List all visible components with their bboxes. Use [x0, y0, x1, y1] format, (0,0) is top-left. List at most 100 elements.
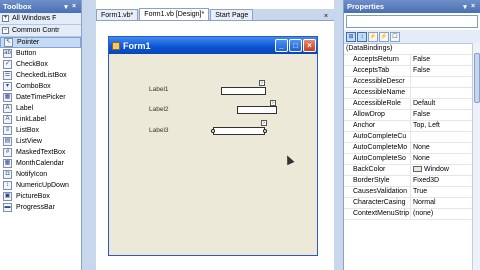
toolbox-item[interactable]: ◘ NotifyIcon	[0, 169, 81, 180]
toolbox-panel: Toolbox ▾ × + All Windows F − Common Contr …	[0, 0, 82, 270]
resize-handle-right[interactable]	[263, 129, 267, 133]
property-name: AutoCompleteSo	[344, 154, 411, 164]
minimize-button[interactable]: _	[275, 39, 288, 52]
form1-title-bar[interactable]: Form1 _ □ ×	[109, 37, 317, 54]
property-row[interactable]: AutoCompleteCu	[344, 132, 480, 143]
property-name: AccessibleName	[344, 88, 411, 98]
property-row[interactable]: AccessibleName	[344, 88, 480, 99]
textbox3-selected[interactable]	[213, 127, 265, 135]
toolbox-item[interactable]: ▤ ListView	[0, 136, 81, 147]
form1-window[interactable]: Form1 _ □ × Label1 › Label2 › Label3 ›	[108, 36, 318, 256]
tab-form1-design[interactable]: Form1.vb [Design]*	[139, 8, 210, 20]
tab-start-page[interactable]: Start Page	[210, 9, 254, 20]
property-row[interactable]: AccessibleRole Default	[344, 99, 480, 110]
toolbox-pin-icon[interactable]: ▾	[62, 3, 70, 11]
property-row[interactable]: AllowDrop False	[344, 110, 480, 121]
combobox-icon: ▾	[3, 82, 12, 91]
property-value[interactable]: False	[411, 55, 480, 65]
events-icon[interactable]: ⚡	[379, 31, 389, 42]
pointer-icon: ↖	[4, 38, 13, 47]
toolbox-item[interactable]: ↕ NumericUpDown	[0, 180, 81, 191]
property-row[interactable]: Anchor Top, Left	[344, 121, 480, 132]
categorized-icon[interactable]: ⊞	[346, 31, 356, 42]
property-value[interactable]: False	[411, 66, 480, 76]
mouse-cursor-icon	[283, 153, 295, 166]
property-value[interactable]: Default	[411, 99, 480, 109]
property-row[interactable]: (DataBindings)	[344, 44, 480, 55]
toolbox-item-label: Label	[16, 105, 34, 112]
textbox1-smart-tag[interactable]: ›	[259, 80, 265, 86]
textbox3-smart-tag[interactable]: ›	[261, 120, 267, 126]
toolbox-item[interactable]: ab Button	[0, 48, 81, 59]
toolbox-item[interactable]: ▦ MonthCalendar	[0, 158, 81, 169]
property-value[interactable]: Window	[411, 165, 480, 175]
toolbox-item-label: DateTimePicker	[16, 94, 66, 101]
property-name: BackColor	[344, 165, 411, 175]
toolbox-item-label: CheckedListBox	[16, 72, 67, 79]
scrollbar-thumb[interactable]	[474, 53, 480, 103]
maximize-button[interactable]: □	[289, 39, 302, 52]
properties-close-icon[interactable]: ×	[469, 3, 477, 10]
property-value[interactable]: Top, Left	[411, 121, 480, 131]
close-button[interactable]: ×	[303, 39, 316, 52]
linklabel-icon: A	[3, 115, 12, 124]
property-value[interactable]: (none)	[411, 209, 480, 219]
properties-pin-icon[interactable]: ▾	[461, 3, 469, 11]
property-value[interactable]: False	[411, 110, 480, 120]
toolbox-item[interactable]: ✓ CheckBox	[0, 59, 81, 70]
toolbox-group-label: All Windows F	[12, 15, 57, 22]
property-value[interactable]: True	[411, 187, 480, 197]
toolbox-item[interactable]: A Label	[0, 103, 81, 114]
picturebox-icon: ▣	[3, 192, 12, 201]
property-row[interactable]: AccessibleDescr	[344, 77, 480, 88]
toolbox-close-icon[interactable]: ×	[70, 3, 78, 10]
toolbox-item-label: ListView	[16, 138, 42, 145]
toolbox-group[interactable]: + All Windows F	[0, 13, 81, 25]
property-value[interactable]: Fixed3D	[411, 176, 480, 186]
property-row[interactable]: CharacterCasing Normal	[344, 198, 480, 209]
property-row[interactable]: BorderStyle Fixed3D	[344, 176, 480, 187]
label2[interactable]: Label2	[149, 106, 169, 113]
collapse-icon[interactable]: −	[2, 27, 9, 34]
toolbox-title-bar: Toolbox ▾ ×	[0, 0, 81, 13]
close-tab-icon[interactable]: ×	[321, 13, 331, 20]
property-pages-icon[interactable]: ☐	[390, 31, 400, 42]
property-value[interactable]: None	[411, 154, 480, 164]
property-row[interactable]: BackColor Window	[344, 165, 480, 176]
toolbox-item[interactable]: ↖ Pointer	[0, 37, 81, 48]
toolbox-item[interactable]: ▣ PictureBox	[0, 191, 81, 202]
form-designer-surface[interactable]: Form1 _ □ × Label1 › Label2 › Label3 ›	[96, 22, 334, 270]
tab-form1-code[interactable]: Form1.vb*	[96, 9, 139, 20]
properties-scrollbar[interactable]	[472, 43, 480, 270]
property-value[interactable]: Normal	[411, 198, 480, 208]
resize-handle-left[interactable]	[211, 129, 215, 133]
property-row[interactable]: AcceptsReturn False	[344, 55, 480, 66]
toolbox-item[interactable]: ≡ ListBox	[0, 125, 81, 136]
toolbox-item[interactable]: ▦ DateTimePicker	[0, 92, 81, 103]
properties-title: Properties	[347, 2, 385, 11]
label1[interactable]: Label1	[149, 86, 169, 93]
label3[interactable]: Label3	[149, 127, 169, 134]
properties-view-icon[interactable]: ⚡	[368, 31, 378, 42]
property-name: AutoCompleteCu	[344, 132, 411, 142]
alphabetical-icon[interactable]: ↕	[357, 31, 367, 42]
textbox2-smart-tag[interactable]: ›	[270, 100, 276, 106]
textbox2[interactable]	[237, 106, 277, 114]
toolbox-item[interactable]: ▬ ProgressBar	[0, 202, 81, 213]
textbox1[interactable]	[221, 87, 266, 95]
property-row[interactable]: CausesValidation True	[344, 187, 480, 198]
toolbox-group[interactable]: − Common Contr	[0, 25, 81, 37]
toolbox-item[interactable]: # MaskedTextBox	[0, 147, 81, 158]
form1-client-area[interactable]: Label1 › Label2 › Label3 ›	[109, 54, 317, 255]
expand-icon[interactable]: +	[2, 15, 9, 22]
toolbox-item[interactable]: ☰ CheckedListBox	[0, 70, 81, 81]
property-value[interactable]: None	[411, 143, 480, 153]
toolbox-title: Toolbox	[3, 2, 32, 11]
property-row[interactable]: ContextMenuStrip (none)	[344, 209, 480, 220]
toolbox-item[interactable]: ▾ ComboBox	[0, 81, 81, 92]
object-selector-dropdown[interactable]	[346, 15, 478, 28]
property-row[interactable]: AutoCompleteMo None	[344, 143, 480, 154]
property-row[interactable]: AcceptsTab False	[344, 66, 480, 77]
toolbox-item[interactable]: A LinkLabel	[0, 114, 81, 125]
property-row[interactable]: AutoCompleteSo None	[344, 154, 480, 165]
